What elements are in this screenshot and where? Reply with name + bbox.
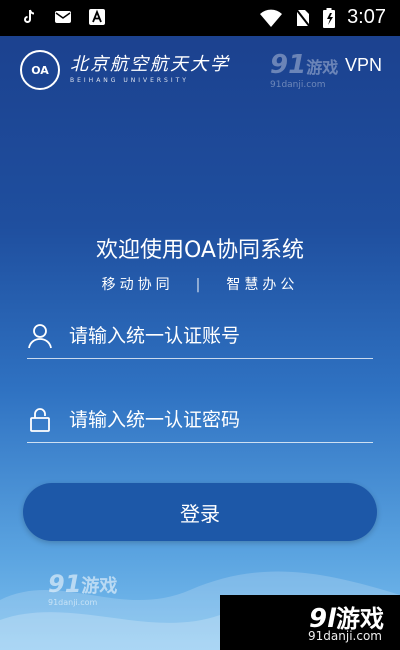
no-sim-icon [295,7,311,28]
subtitle-separator: | [195,277,205,293]
university-name-en: BEIHANG UNIVERSITY [70,77,189,84]
password-field[interactable] [27,398,373,443]
login-button[interactable]: 登录 [23,483,377,541]
university-name-cn: 北京航空航天大学 [70,54,230,75]
vpn-button[interactable]: VPN [345,55,382,76]
username-input[interactable] [67,324,351,348]
password-input[interactable] [67,408,351,432]
watermark-top-text: 游戏 [306,58,339,77]
watermark-bottom-right: 9l游戏 91danji.com [220,595,400,650]
tiktok-icon [20,8,38,26]
watermark-bl-text: 游戏 [81,576,118,597]
subtitle-left: 移动协同 [101,277,174,293]
status-bar: 3:07 [0,0,400,36]
user-icon [27,323,53,349]
lock-icon [27,407,53,433]
watermark-top-url: 91danji.com [270,80,326,90]
username-field[interactable] [27,314,373,359]
watermark-top: 91游戏 91danji.com [270,50,338,90]
subtitle-right: 智慧办公 [226,277,299,293]
clock-time: 3:07 [347,6,386,28]
font-icon [88,8,106,26]
watermark-bl-url: 91danji.com [48,598,98,607]
wifi-icon [259,8,283,28]
watermark-top-number: 91 [270,50,307,80]
mail-icon [54,8,72,26]
watermark-bl-number: 91 [48,570,82,598]
university-seal-icon: OA [20,50,60,90]
seal-text: OA [31,63,49,77]
university-logo: OA 北京航空航天大学 BEIHANG UNIVERSITY [20,50,230,90]
battery-icon [323,7,336,28]
watermark-bottom-left: 91游戏 91danji.com [48,570,117,607]
welcome-subtitle: 移动协同 | 智慧办公 [0,274,400,294]
watermark-br-url: 91danji.com [308,629,382,643]
welcome-title: 欢迎使用OA协同系统 [96,238,304,263]
